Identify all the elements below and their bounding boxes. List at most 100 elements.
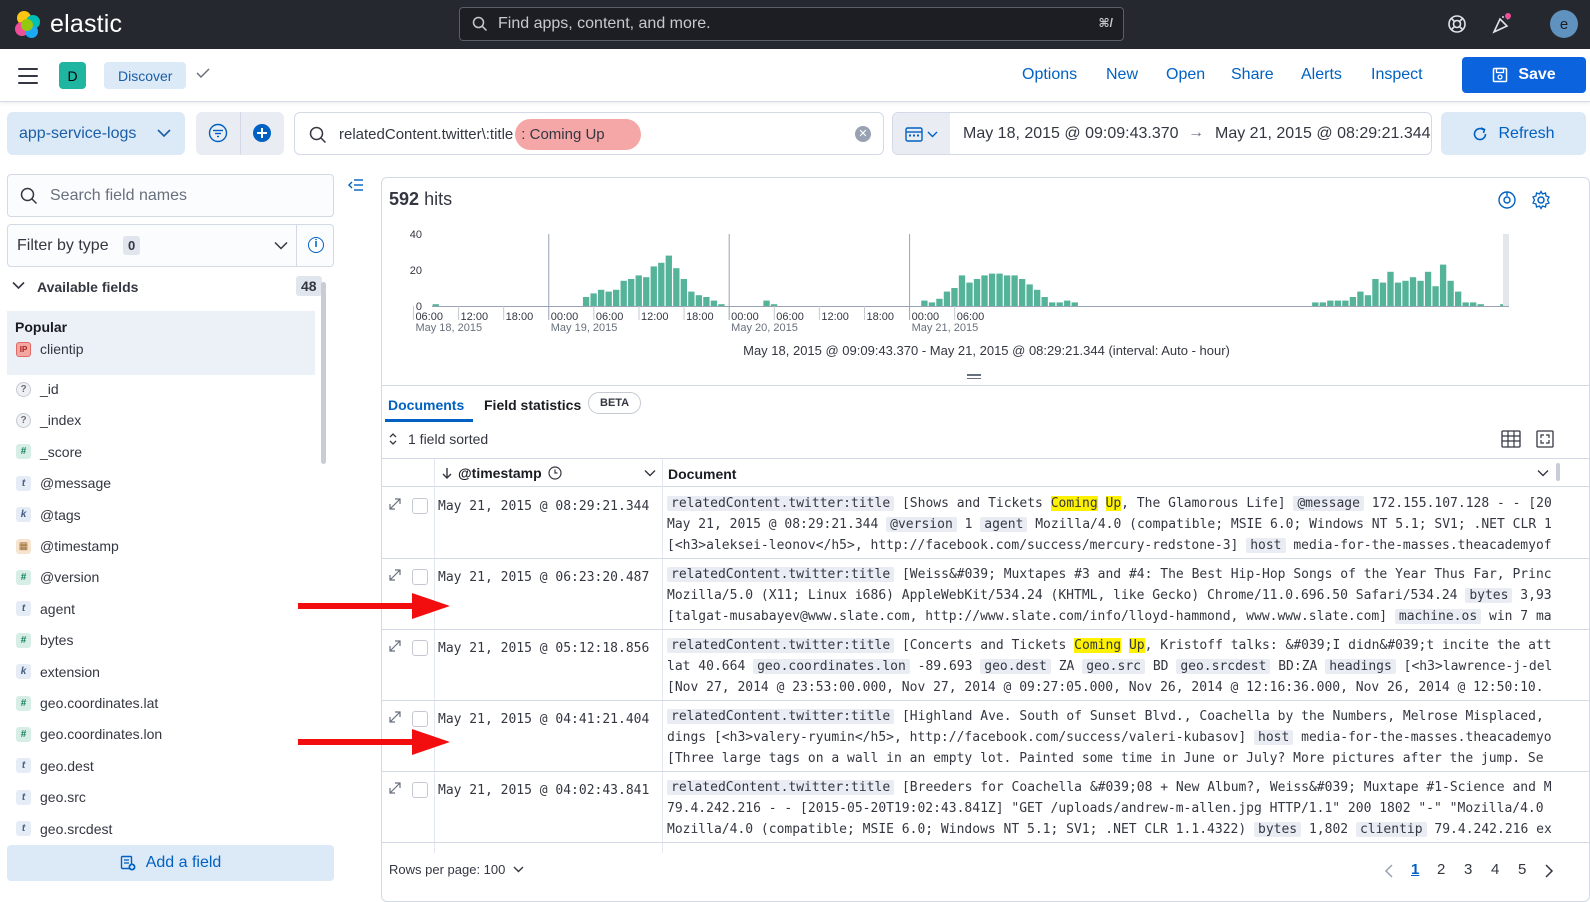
menu-icon[interactable] — [18, 68, 38, 84]
expand-icon[interactable] — [388, 710, 402, 724]
elastic-logo[interactable]: elastic — [14, 10, 122, 39]
sort-label: 1 field sorted — [408, 431, 489, 447]
field-item-bytes[interactable]: # bytes — [16, 630, 73, 650]
row-checkbox[interactable] — [412, 569, 428, 585]
histogram-bar — [1387, 271, 1394, 306]
query-input[interactable]: relatedContent.twitter\:title: Coming Up… — [294, 112, 884, 155]
field-key: host — [1254, 730, 1294, 745]
grid-scrollbar[interactable] — [1556, 463, 1560, 481]
news-feed-icon[interactable] — [1490, 12, 1514, 36]
expand-icon[interactable] — [388, 639, 402, 653]
field-item-clientip[interactable]: IP clientip — [16, 339, 84, 359]
expand-icon[interactable] — [388, 568, 402, 582]
table-row[interactable]: May 21, 2015 @ 08:29:21.344 relatedConten… — [382, 488, 1589, 559]
page-4[interactable]: 4 — [1491, 861, 1499, 878]
chevron-right-icon[interactable] — [1544, 864, 1554, 878]
popular-label: Popular — [15, 319, 68, 335]
field-item-extension[interactable]: k extension — [16, 662, 100, 682]
expand-icon[interactable] — [388, 497, 402, 511]
available-fields-header[interactable]: Available fields 48 — [12, 276, 330, 298]
field-item-timestamp[interactable]: ▦ @timestamp — [16, 536, 119, 556]
quick-menu-button[interactable] — [893, 113, 950, 154]
filter-by-type[interactable]: Filter by type 0 i — [7, 224, 334, 267]
save-button[interactable]: Save — [1462, 57, 1586, 93]
alerts-link[interactable]: Alerts — [1301, 66, 1342, 84]
chevron-down-icon[interactable] — [644, 469, 656, 477]
field-item-score[interactable]: # _score — [16, 442, 82, 462]
sort-control[interactable]: 1 field sorted — [388, 431, 488, 447]
data-view-picker[interactable]: app-service-logs — [7, 112, 185, 155]
field-search-input[interactable]: Search field names — [7, 174, 334, 217]
field-item-message[interactable]: t @message — [16, 473, 111, 493]
collapse-sidebar-icon[interactable] — [348, 178, 364, 192]
field-item-geo-coordinates-lon[interactable]: # geo.coordinates.lon — [16, 724, 162, 744]
page-1[interactable]: 1 — [1411, 861, 1419, 878]
document-column-header[interactable]: Document — [668, 466, 736, 482]
row-checkbox[interactable] — [412, 711, 428, 727]
field-item-geo-srcdest[interactable]: t geo.srcdest — [16, 819, 112, 839]
filter-menu-icon[interactable] — [208, 123, 228, 143]
field-item-geo-coordinates-lat[interactable]: # geo.coordinates.lat — [16, 693, 158, 713]
field-item-index[interactable]: ? _index — [16, 410, 81, 430]
tab-field-statistics[interactable]: Field statistics — [484, 397, 581, 413]
field-item-version[interactable]: # @version — [16, 567, 99, 587]
tab-documents[interactable]: Documents — [388, 397, 464, 413]
breadcrumb-discover[interactable]: Discover — [104, 62, 187, 89]
field-item-tags[interactable]: k @tags — [16, 505, 81, 525]
share-link[interactable]: Share — [1231, 66, 1274, 84]
date-picker[interactable]: May 18, 2015 @ 09:09:43.370 → May 21, 20… — [892, 112, 1432, 155]
histogram-bar — [620, 280, 627, 306]
global-search-input[interactable]: Find apps, content, and more. ⌘/ — [459, 7, 1124, 41]
add-field-button[interactable]: Add a field — [7, 845, 334, 881]
field-item-geo-dest[interactable]: t geo.dest — [16, 756, 94, 776]
histogram-bar — [432, 304, 439, 306]
inspect-link[interactable]: Inspect — [1371, 66, 1423, 84]
row-checkbox[interactable] — [412, 782, 428, 798]
clear-query-icon[interactable]: ✕ — [855, 126, 871, 142]
field-item-agent[interactable]: t agent — [16, 599, 75, 619]
space-avatar[interactable]: D — [59, 62, 86, 89]
refresh-button[interactable]: Refresh — [1441, 112, 1586, 155]
info-icon[interactable]: i — [308, 237, 324, 253]
row-checkbox[interactable] — [412, 498, 428, 514]
fullscreen-icon[interactable] — [1536, 430, 1554, 448]
page-2[interactable]: 2 — [1437, 861, 1445, 878]
sidebar-scrollbar[interactable] — [321, 282, 326, 464]
table-row[interactable]: May 21, 2015 @ 04:41:21.404 relatedConten… — [382, 701, 1589, 772]
table-row[interactable]: May 21, 2015 @ 06:23:20.487 relatedConten… — [382, 559, 1589, 630]
open-link[interactable]: Open — [1166, 66, 1205, 84]
row-checkbox[interactable] — [412, 640, 428, 656]
chevron-left-icon[interactable] — [1384, 864, 1394, 878]
new-link[interactable]: New — [1106, 66, 1138, 84]
user-avatar[interactable]: e — [1550, 10, 1578, 38]
histogram-bar — [996, 273, 1003, 306]
chevron-down-icon[interactable] — [1537, 469, 1549, 477]
add-filter-icon[interactable] — [252, 123, 272, 143]
table-row[interactable]: May 21, 2015 @ 05:12:18.856 relatedConten… — [382, 630, 1589, 701]
gear-icon[interactable] — [1531, 190, 1551, 210]
page-5[interactable]: 5 — [1518, 861, 1526, 878]
options-link[interactable]: Options — [1022, 66, 1077, 84]
histogram-bar — [658, 262, 665, 306]
chart-options-icon[interactable] — [1497, 190, 1517, 210]
resize-handle[interactable] — [967, 374, 981, 381]
chevron-down-icon — [274, 241, 288, 250]
end-date[interactable]: May 21, 2015 @ 08:29:21.344 — [1215, 125, 1431, 143]
search-highlight: Up — [1128, 638, 1145, 653]
row-density-icon[interactable] — [1501, 430, 1521, 448]
field-item-geo-src[interactable]: t geo.src — [16, 787, 86, 807]
rows-per-page-selector[interactable]: Rows per page: 100 — [389, 862, 524, 877]
timestamp-column-header[interactable]: @timestamp — [442, 465, 562, 481]
field-value — [1098, 496, 1106, 511]
field-item-id[interactable]: ? _id — [16, 379, 59, 399]
page-3[interactable]: 3 — [1464, 861, 1472, 878]
unknown-type-icon: ? — [16, 412, 31, 428]
table-row[interactable]: May 21, 2015 @ 04:02:43.841 relatedConten… — [382, 772, 1589, 843]
histogram-bar — [1319, 302, 1326, 306]
unknown-type-icon: ? — [16, 381, 31, 397]
hits-label: hits — [424, 189, 453, 209]
help-icon[interactable] — [1445, 12, 1469, 36]
start-date[interactable]: May 18, 2015 @ 09:09:43.370 — [963, 125, 1179, 143]
expand-icon[interactable] — [388, 781, 402, 795]
histogram-chart[interactable]: 4020006:00 12:00 18:00 00:00 06:00 12:00 18:00… — [382, 223, 1590, 343]
